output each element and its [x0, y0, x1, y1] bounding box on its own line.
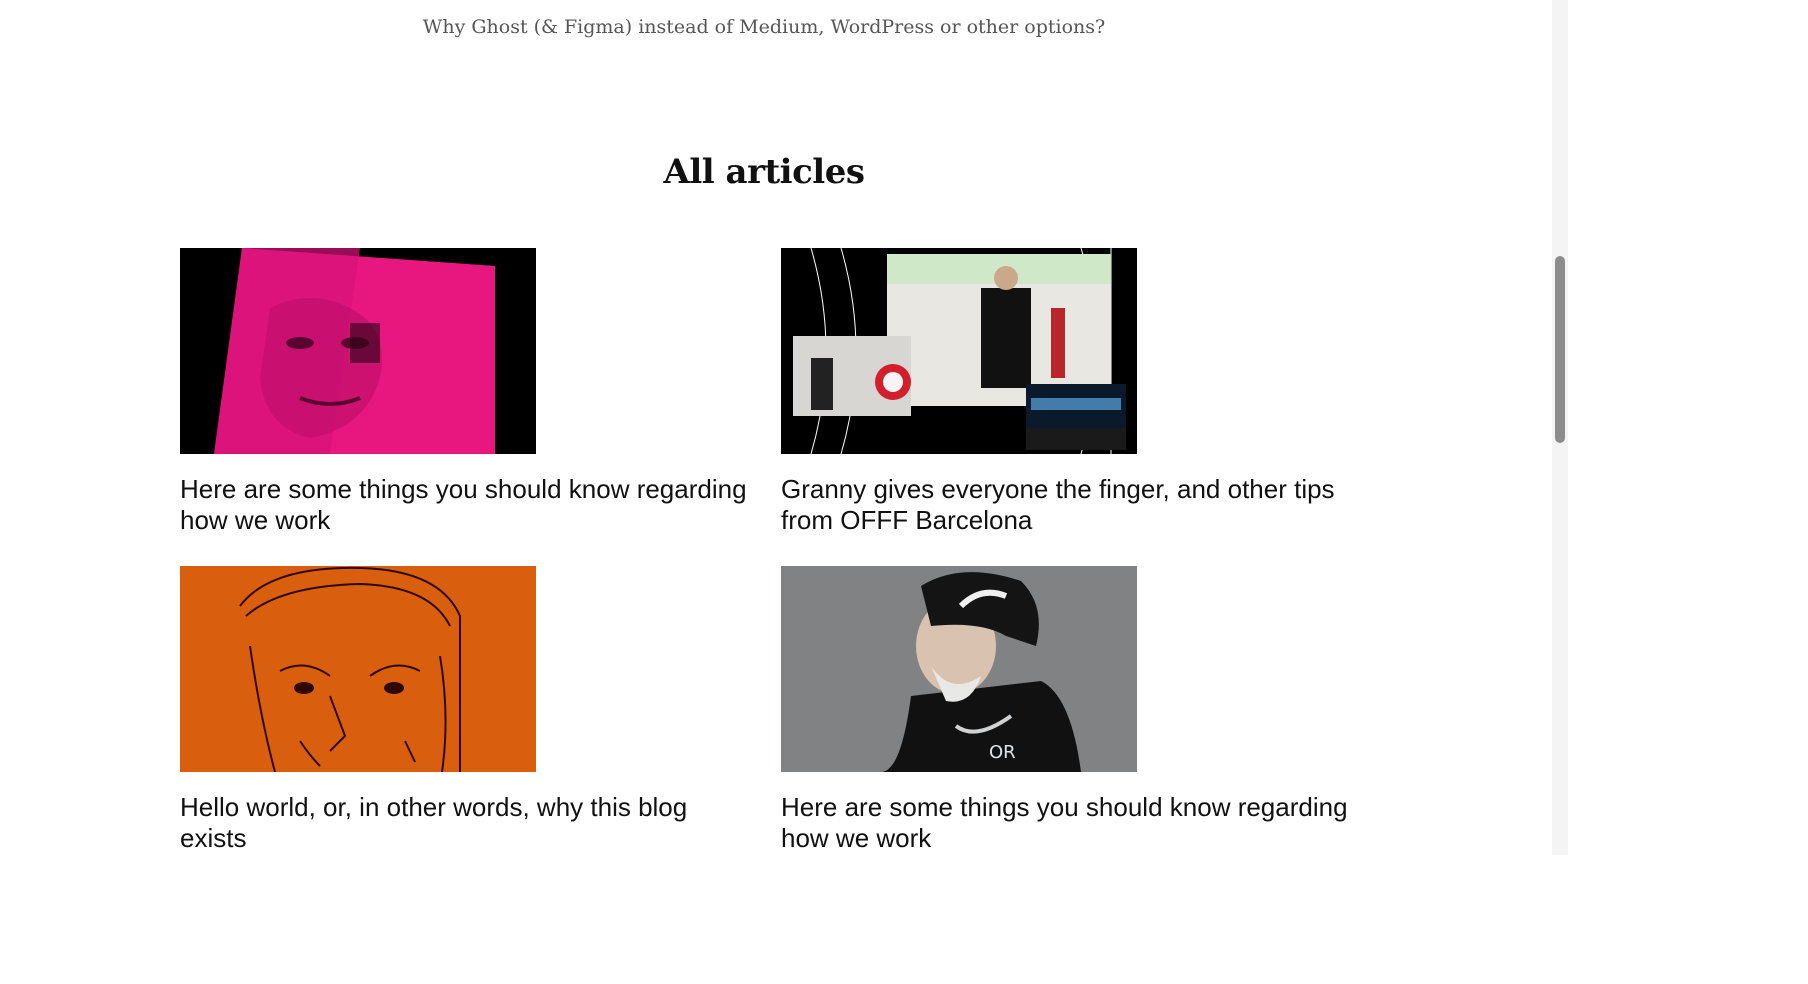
scrollbar-track[interactable] — [1552, 0, 1568, 855]
article-card[interactable]: Hello world, or, in other words, why thi… — [180, 566, 750, 854]
article-title[interactable]: Hello world, or, in other words, why thi… — [180, 792, 750, 854]
article-title[interactable]: Here are some things you should know reg… — [180, 474, 750, 536]
article-thumbnail[interactable] — [180, 248, 536, 454]
svg-text:OR: OR — [989, 742, 1016, 763]
featured-post-link[interactable]: Why Ghost (& Figma) instead of Medium, W… — [0, 16, 1528, 38]
pink-face-image — [180, 248, 536, 454]
orange-sketch-image — [180, 566, 536, 772]
section-title: All articles — [663, 152, 865, 192]
article-title[interactable]: Here are some things you should know reg… — [781, 792, 1351, 854]
article-card[interactable]: OR Here are some things you should know … — [781, 566, 1351, 854]
article-card[interactable]: Here are some things you should know reg… — [180, 248, 750, 536]
event-collage-image — [781, 248, 1137, 454]
article-thumbnail[interactable] — [781, 248, 1137, 454]
street-art-image: OR — [781, 566, 1137, 772]
article-thumbnail[interactable]: OR — [781, 566, 1137, 772]
article-thumbnail[interactable] — [180, 566, 536, 772]
scrollbar-thumb[interactable] — [1555, 256, 1565, 443]
article-card[interactable]: Granny gives everyone the finger, and ot… — [781, 248, 1351, 536]
article-title[interactable]: Granny gives everyone the finger, and ot… — [781, 474, 1351, 536]
